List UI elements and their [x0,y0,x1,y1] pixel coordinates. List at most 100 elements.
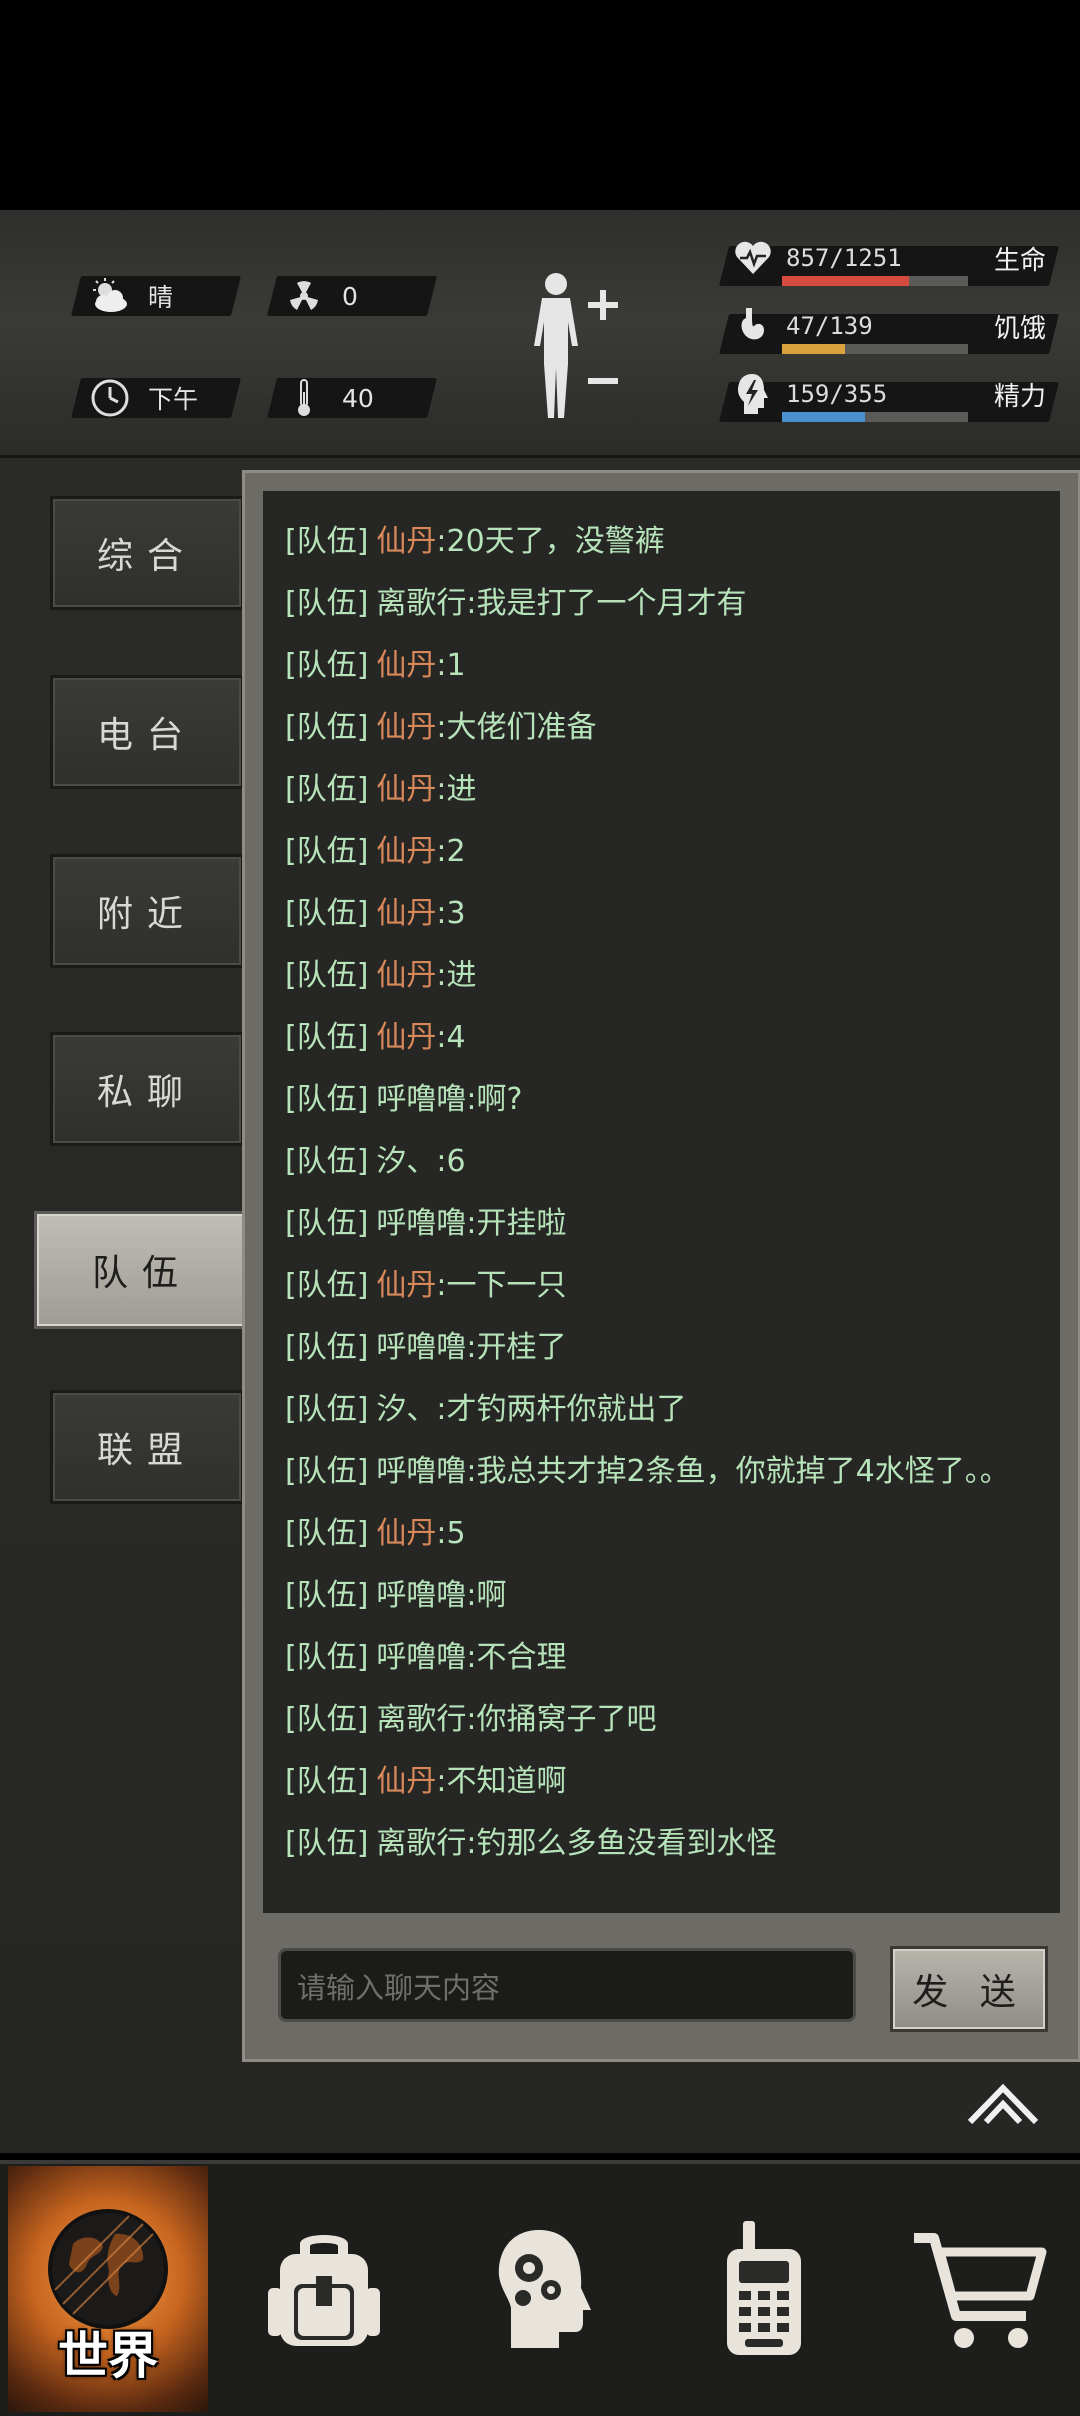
chat-channel-tag: [队伍] [285,1826,369,1861]
chat-sender-name[interactable]: 仙丹 [376,1516,436,1551]
chat-message-text: :5 [436,1516,466,1551]
chat-message-text: :钓那么多鱼没看到水怪 [466,1826,777,1861]
chat-channel-tag: [队伍] [285,1516,369,1551]
chat-channel-tag: [队伍] [285,586,369,621]
chat-messages: [队伍] 仙丹:20天了，没警裤 [队伍] 离歌行:我是打了一个月才有 [队伍] 仙丹:1… [285,511,1055,1875]
health-value: 857/1251 [786,244,902,272]
cloud-sun-icon [88,274,132,318]
chat-channel-tag: [队伍] [285,648,369,683]
chat-message: [队伍] 仙丹:大佬们准备 [285,697,1055,759]
chat-sender-name[interactable]: 仙丹 [376,958,436,993]
chat-message: [队伍] 呼噜噜:我总共才掉2条鱼，你就掉了4水怪了。。 [285,1441,1055,1503]
chat-sender-name[interactable]: 离歌行 [376,1702,466,1737]
chat-sender-name[interactable]: 呼噜噜 [376,1082,466,1117]
chat-message: [队伍] 仙丹:4 [285,1007,1055,1069]
tab-private[interactable]: 私聊 [50,1032,244,1146]
nav-radio-button[interactable] [664,2166,864,2412]
chat-message-text: :一下一只 [436,1268,567,1303]
chat-message-text: :不合理 [466,1640,567,1675]
chat-message-text: :开挂啦 [466,1206,567,1241]
chat-sender-name[interactable]: 仙丹 [376,772,436,807]
chat-sender-name[interactable]: 呼噜噜 [376,1330,466,1365]
chat-message: [队伍] 仙丹:2 [285,821,1055,883]
chat-sender-name[interactable]: 呼噜噜 [376,1454,466,1489]
chat-message: [队伍] 呼噜噜:开挂啦 [285,1193,1055,1255]
tab-radio[interactable]: 电台 [50,675,244,789]
walkie-talkie-icon [727,2221,801,2355]
tab-team[interactable]: 队伍 [34,1211,250,1329]
temperature-indicator: 40 [282,378,374,418]
nav-backpack-button[interactable] [224,2166,424,2412]
nav-shop-button[interactable] [880,2166,1080,2412]
chat-message: [队伍] 仙丹:3 [285,883,1055,945]
chat-sender-name[interactable]: 离歌行 [376,586,466,621]
chat-message-text: :才钓两杆你就出了 [436,1392,687,1427]
tab-general[interactable]: 综合 [50,496,244,610]
chat-sender-name[interactable]: 汐、 [376,1144,436,1179]
chat-message: [队伍] 离歌行:钓那么多鱼没看到水怪 [285,1813,1055,1875]
clock-icon [88,376,132,420]
chat-sender-name[interactable]: 离歌行 [376,1826,466,1861]
chat-channel-tag: [队伍] [285,1640,369,1675]
chat-channel-tag: [队伍] [285,524,369,559]
chat-message: [队伍] 仙丹:不知道啊 [285,1751,1055,1813]
globe-icon [48,2209,168,2329]
chat-sender-name[interactable]: 仙丹 [376,710,436,745]
nav-skills-button[interactable] [444,2166,644,2412]
chat-sender-name[interactable]: 呼噜噜 [376,1640,466,1675]
chat-message-text: :20天了，没警裤 [436,524,665,559]
chat-sender-name[interactable]: 呼噜噜 [376,1206,466,1241]
chat-message-text: :3 [436,896,466,931]
nav-world-button[interactable]: 世界 [8,2166,208,2412]
energy-bar [782,412,968,422]
chat-channel-tag: [队伍] [285,1268,369,1303]
head-lightning-icon [736,372,770,420]
chat-sender-name[interactable]: 仙丹 [376,1020,436,1055]
tab-alliance[interactable]: 联盟 [50,1390,244,1504]
energy-value: 159/355 [786,380,888,408]
radiation-value: 0 [342,281,358,311]
thermometer-icon [282,376,326,420]
chat-message: [队伍] 呼噜噜:不合理 [285,1627,1055,1689]
hunger-bar [782,344,968,354]
chat-message: [队伍] 汐、:才钓两杆你就出了 [285,1379,1055,1441]
chat-message-text: :你捅窝子了吧 [466,1702,657,1737]
chat-channel-tag: [队伍] [285,1082,369,1117]
chat-channel-tag: [队伍] [285,710,369,745]
chat-channel-tag: [队伍] [285,834,369,869]
body-status-button[interactable] [520,268,624,428]
tab-nearby[interactable]: 附近 [50,854,244,968]
chat-message-text: :啊 [466,1578,507,1613]
chat-sender-name[interactable]: 仙丹 [376,1268,436,1303]
chat-sender-name[interactable]: 仙丹 [376,524,436,559]
chat-sender-name[interactable]: 呼噜噜 [376,1578,466,1613]
chat-sender-name[interactable]: 仙丹 [376,834,436,869]
chat-message: [队伍] 仙丹:进 [285,945,1055,1007]
chat-message: [队伍] 离歌行:我是打了一个月才有 [285,573,1055,635]
chat-sender-name[interactable]: 仙丹 [376,1764,436,1799]
chat-message-text: :不知道啊 [436,1764,567,1799]
temperature-value: 40 [342,383,374,413]
chat-input[interactable]: 请输入聊天内容 [278,1948,856,2022]
chat-sender-name[interactable]: 汐、 [376,1392,436,1427]
chat-message: [队伍] 呼噜噜:开桂了 [285,1317,1055,1379]
send-button[interactable]: 发 送 [890,1946,1048,2032]
chat-sender-name[interactable]: 仙丹 [376,896,436,931]
chat-message: [队伍] 仙丹:进 [285,759,1055,821]
chat-channel-tag: [队伍] [285,1702,369,1737]
chat-channel-tag: [队伍] [285,1454,369,1489]
chat-message-list[interactable]: [队伍] 仙丹:20天了，没警裤 [队伍] 离歌行:我是打了一个月才有 [队伍] 仙丹:1… [263,491,1060,1913]
chat-message-text: :大佬们准备 [436,710,597,745]
collapse-chevron-icon[interactable] [966,2080,1040,2126]
chat-message-text: :2 [436,834,466,869]
chat-sender-name[interactable]: 仙丹 [376,648,436,683]
human-body-icon [534,273,618,418]
chat-message-text: :开桂了 [466,1330,567,1365]
heart-icon [734,240,772,280]
hunger-bar-fill [782,344,845,354]
weather-text: 晴 [148,283,174,312]
chat-message-text: :我是打了一个月才有 [466,586,747,621]
radiation-indicator: 0 [282,276,358,316]
health-label: 生命 [994,246,1047,276]
chat-message: [队伍] 仙丹:5 [285,1503,1055,1565]
